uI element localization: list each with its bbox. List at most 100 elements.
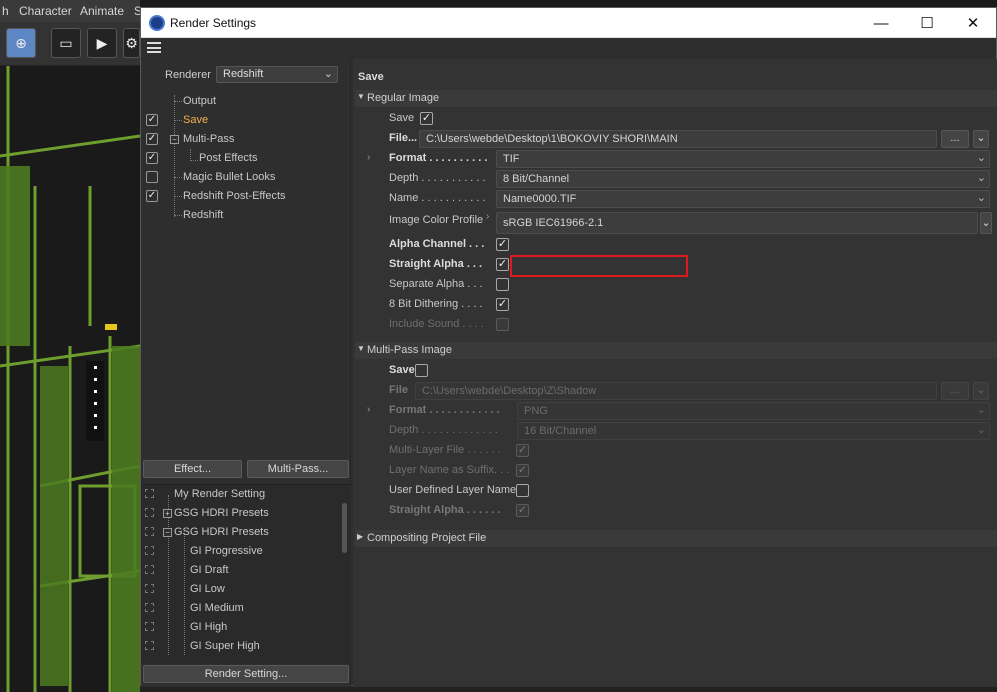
multi-pass-button[interactable]: Multi-Pass... <box>247 460 349 478</box>
viewport[interactable] <box>0 66 140 692</box>
tree-checkbox-save[interactable]: ✓ <box>146 114 158 126</box>
mp-save-checkbox[interactable] <box>415 364 428 377</box>
user-defined-layer-name-checkbox[interactable] <box>516 484 529 497</box>
settings-tree-panel: Renderer Redshift ⌄ Output ✓ Save ✓ − Mu… <box>141 59 351 687</box>
mp-file-options-chevron-icon[interactable]: ⌄ <box>973 382 989 400</box>
tree-checkbox-magic-bullet[interactable] <box>146 171 158 183</box>
scrollbar-thumb[interactable] <box>342 503 347 553</box>
tree-item-output[interactable]: Output <box>141 92 351 111</box>
render-view-icon[interactable]: ▭ <box>51 28 81 58</box>
chevron-right-icon[interactable]: › <box>367 404 370 415</box>
section-multi-pass-image[interactable]: ▼ Multi-Pass Image <box>355 342 997 359</box>
dithering-checkbox[interactable]: ✓ <box>496 298 509 311</box>
close-button[interactable]: ✕ <box>950 8 996 38</box>
section-label: Regular Image <box>367 92 440 104</box>
file-path-input[interactable]: C:\Users\webde\Desktop\1\BOKOVIY SHORI\M… <box>419 130 937 148</box>
preset-label: GI Draft <box>190 564 229 576</box>
row-mp-format: › Format . . . . . . . . . . . . PNG ⌄ <box>353 401 997 421</box>
tree-checkbox-post-effects[interactable]: ✓ <box>146 152 158 164</box>
tree-checkbox-redshift-post[interactable]: ✓ <box>146 190 158 202</box>
depth-select[interactable]: 8 Bit/Channel ⌄ <box>496 170 990 188</box>
chevron-right-icon[interactable]: › <box>367 152 370 163</box>
mp-save-label: Save <box>389 364 415 376</box>
row-include-sound: Include Sound . . . . <box>353 315 997 335</box>
preset-label: GSG HDRI Presets <box>174 526 269 538</box>
name-select[interactable]: Name0000.TIF ⌄ <box>496 190 990 208</box>
include-sound-checkbox[interactable] <box>496 318 509 331</box>
tree-expand-icon[interactable]: + <box>163 509 172 518</box>
tree-checkbox-multi-pass[interactable]: ✓ <box>146 133 158 145</box>
preset-label: GI Medium <box>190 602 244 614</box>
tree-connector <box>174 120 182 121</box>
render-settings-icon[interactable]: ⚙ <box>123 28 140 58</box>
preset-label: My Render Setting <box>174 488 266 500</box>
profile-chevron-icon[interactable]: ⌄ <box>980 212 992 234</box>
alpha-channel-checkbox[interactable]: ✓ <box>496 238 509 251</box>
tree-connector <box>168 495 169 655</box>
bg-menu-item[interactable]: h <box>2 4 9 18</box>
section-compositing-project-file[interactable]: ▶ Compositing Project File <box>355 530 997 547</box>
preset-marker-icon <box>145 508 154 517</box>
multi-layer-file-checkbox[interactable]: ✓ <box>516 444 529 457</box>
tree-item-post-effects[interactable]: ✓ Post Effects <box>141 149 351 168</box>
render-picture-icon[interactable]: ▶ <box>87 28 117 58</box>
straight-alpha-label: Straight Alpha . . . <box>389 258 483 270</box>
color-profile-field[interactable]: sRGB IEC61966-2.1 <box>496 212 978 234</box>
tree-collapse-icon[interactable]: − <box>163 528 172 537</box>
tree-item-save[interactable]: ✓ Save <box>141 111 351 130</box>
section-label: Compositing Project File <box>367 532 487 544</box>
bg-menu-animate[interactable]: Animate <box>80 4 124 18</box>
mp-straight-alpha-checkbox[interactable]: ✓ <box>516 504 529 517</box>
tree-collapse-icon[interactable]: − <box>170 135 179 144</box>
mp-file-path-input[interactable]: C:\Users\webde\Desktop\Z\Shadow <box>415 382 937 400</box>
straight-alpha-checkbox[interactable]: ✓ <box>496 258 509 271</box>
hamburger-menu-icon[interactable] <box>147 42 161 53</box>
preset-label: GI Super High <box>190 640 260 652</box>
mp-depth-value: 16 Bit/Channel <box>524 425 597 437</box>
tree-connector <box>174 196 182 197</box>
tree-item-multi-pass[interactable]: ✓ − Multi-Pass <box>141 130 351 149</box>
viewport-scene <box>0 66 140 692</box>
title-bar[interactable]: Render Settings — ☐ ✕ <box>141 8 996 38</box>
file-options-chevron-icon[interactable]: ⌄ <box>973 130 989 148</box>
layer-name-suffix-checkbox[interactable]: ✓ <box>516 464 529 477</box>
user-defined-layer-name-label: User Defined Layer Name <box>389 484 517 496</box>
row-alpha-channel: Alpha Channel . . . ✓ <box>353 235 997 255</box>
section-regular-image[interactable]: ▼ Regular Image <box>355 90 997 107</box>
minimize-button[interactable]: — <box>858 8 904 38</box>
background-menubar: h Character Animate S <box>0 0 142 22</box>
browse-button[interactable]: ... <box>941 130 969 148</box>
tree-item-redshift-post-effects[interactable]: ✓ Redshift Post-Effects <box>141 187 351 206</box>
layer-name-suffix-label: Layer Name as Suffix. . . <box>389 464 510 476</box>
preset-marker-icon <box>145 527 154 536</box>
effect-button[interactable]: Effect... <box>143 460 242 478</box>
tree-item-label: Multi-Pass <box>183 133 235 145</box>
chevron-right-icon[interactable]: › <box>486 211 489 222</box>
chevron-down-icon: ⌄ <box>976 152 986 164</box>
mp-depth-select[interactable]: 16 Bit/Channel ⌄ <box>517 422 990 440</box>
presets-scrollbar[interactable] <box>341 489 349 661</box>
separate-alpha-checkbox[interactable] <box>496 278 509 291</box>
tree-item-magic-bullet-looks[interactable]: Magic Bullet Looks <box>141 168 351 187</box>
tree-item-redshift[interactable]: Redshift <box>141 206 351 225</box>
save-checkbox[interactable]: ✓ <box>420 112 433 125</box>
dithering-label: 8 Bit Dithering . . . . <box>389 298 483 310</box>
maximize-button[interactable]: ☐ <box>904 8 950 38</box>
bg-menu-character[interactable]: Character <box>19 4 72 18</box>
format-select[interactable]: TIF ⌄ <box>496 150 990 168</box>
row-layer-name-suffix: Layer Name as Suffix. . . ✓ <box>353 461 997 481</box>
name-value: Name0000.TIF <box>503 193 577 205</box>
row-multi-layer-file: Multi-Layer File . . . . . . ✓ <box>353 441 997 461</box>
mp-format-select[interactable]: PNG ⌄ <box>517 402 990 420</box>
render-setting-button[interactable]: Render Setting... <box>143 665 349 683</box>
axis-globe-icon[interactable]: ⊕ <box>6 28 36 58</box>
row-image-color-profile: Image Color Profile › sRGB IEC61966-2.1 … <box>353 211 997 234</box>
mp-browse-button[interactable]: ... <box>941 382 969 400</box>
preset-label: GI Progressive <box>190 545 263 557</box>
include-sound-label: Include Sound . . . . <box>389 318 484 330</box>
preset-marker-icon <box>145 622 154 631</box>
window-menu-row <box>141 38 996 58</box>
tree-item-label: Magic Bullet Looks <box>183 171 276 183</box>
renderer-select[interactable]: Redshift ⌄ <box>216 66 338 83</box>
file-label[interactable]: File... <box>389 132 417 144</box>
